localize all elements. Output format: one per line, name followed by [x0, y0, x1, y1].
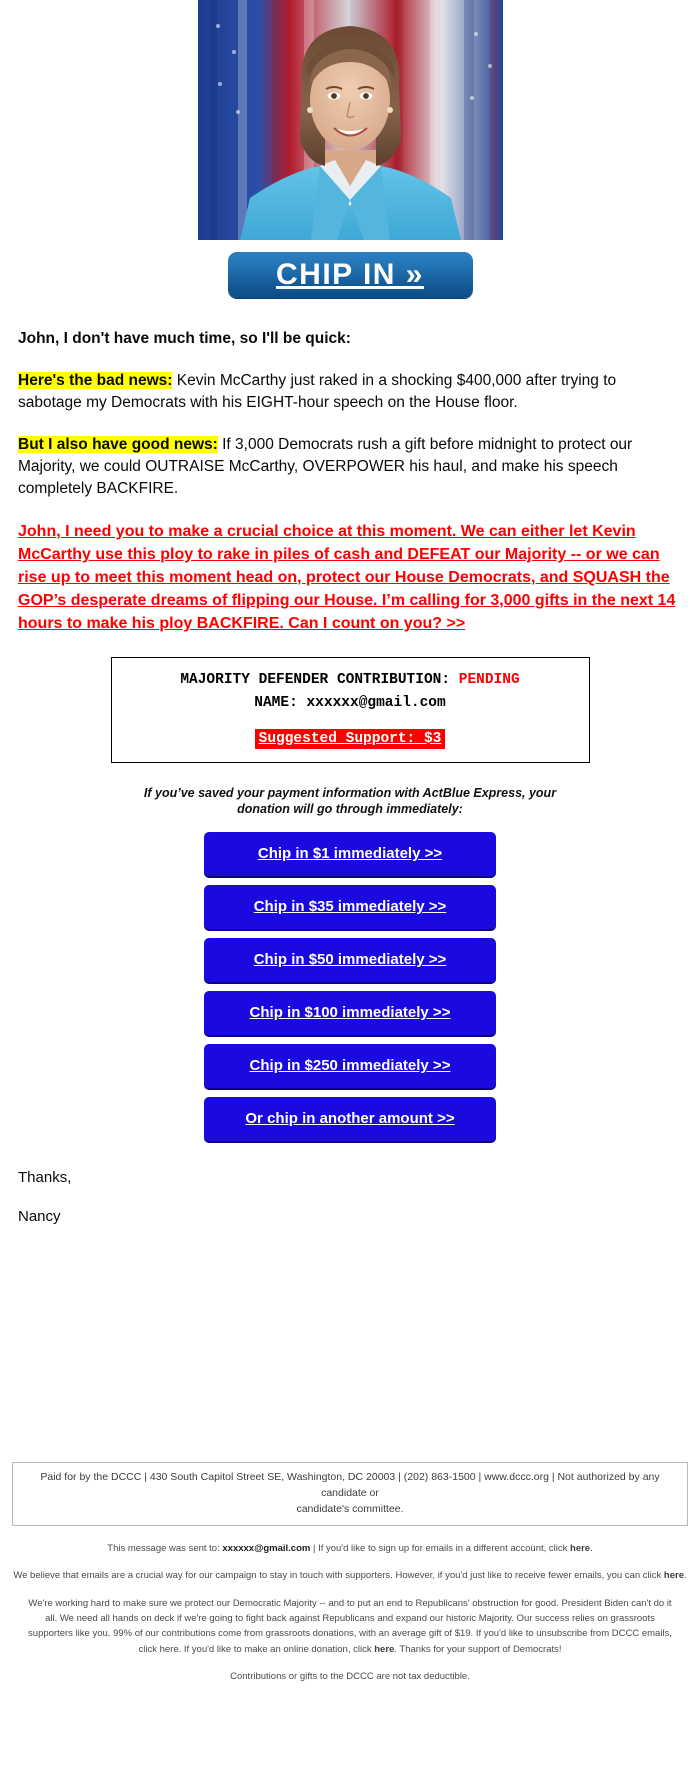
donate-button-250[interactable]: Chip in $250 immediately >> [204, 1044, 496, 1089]
suggested-support-container: Suggested Support: $3 [118, 728, 583, 749]
donate-button-35[interactable]: Chip in $35 immediately >> [204, 885, 496, 930]
fine-print: This message was sent to: xxxxxx@gmail.c… [12, 1542, 688, 1685]
paid-for-line-1: Paid for by the DCCC | 430 South Capitol… [40, 1471, 660, 1500]
status-badge-pending: PENDING [458, 672, 520, 689]
signup-here-link[interactable]: here [570, 1543, 590, 1554]
online-donation-here-link[interactable]: here [374, 1644, 394, 1655]
chip-in-button[interactable]: CHIP IN » [227, 252, 473, 298]
email-footer: Paid for by the DCCC | 430 South Capitol… [0, 1462, 700, 1704]
name-value: xxxxxx@gmail.com [306, 695, 446, 712]
chip-in-button-container: CHIP IN » [0, 252, 700, 298]
contribution-status-box: MAJORITY DEFENDER CONTRIBUTION: PENDING … [110, 657, 590, 763]
suggested-support-badge: Suggested Support: $3 [254, 728, 446, 749]
tax-deductible-line: Contributions or gifts to the DCCC are n… [230, 1670, 470, 1682]
email-body: John, I don't have much time, so I'll be… [0, 328, 700, 635]
sent-to-line: This message was sent to: xxxxxx@gmail.c… [12, 1542, 688, 1556]
signoff-name: Nancy [18, 1208, 61, 1226]
fewer-emails-line: We believe that emails are a crucial way… [12, 1569, 688, 1583]
fewer-emails-here-link[interactable]: here [664, 1570, 684, 1581]
contribution-name-line: NAME: xxxxxx@gmail.com [118, 692, 583, 715]
bottom-spacer [0, 1247, 700, 1462]
fewer-emails-end: . [684, 1569, 687, 1581]
paid-for-line-2: candidate's committee. [296, 1502, 404, 1515]
nancy-pelosi-photo [197, 0, 503, 240]
long-disclaimer-block: We're working hard to make sure we prote… [25, 1596, 675, 1657]
sent-to-suffix: | If you'd like to sign up for emails in… [310, 1542, 571, 1554]
good-news-paragraph: But I also have good news: If 3,000 Demo… [18, 434, 682, 500]
signoff-section: Thanks, Nancy [0, 1169, 700, 1225]
red-call-to-action-link[interactable]: John, I need you to make a crucial choic… [18, 520, 682, 635]
donate-button-1[interactable]: Chip in $1 immediately >> [204, 832, 496, 877]
actblue-express-note: If you’ve saved your payment information… [143, 785, 557, 817]
long-disclaimer-text-b: . Thanks for your support of Democrats! [394, 1643, 562, 1655]
paid-for-disclaimer: Paid for by the DCCC | 430 South Capitol… [12, 1462, 688, 1526]
sent-to-end: . [590, 1542, 593, 1554]
sent-to-email: xxxxxx@gmail.com [222, 1542, 311, 1554]
email-page: CHIP IN » John, I don't have much time, … [0, 0, 700, 1704]
name-label: NAME: [254, 695, 298, 712]
donate-button-100[interactable]: Chip in $100 immediately >> [204, 991, 496, 1036]
bad-news-highlight: Here's the bad news: [18, 372, 173, 389]
fewer-emails-prefix: We believe that emails are a crucial way… [13, 1569, 664, 1581]
salutation: John, I don't have much time, so I'll be… [18, 330, 351, 347]
hero-section [0, 0, 700, 240]
donate-button-other[interactable]: Or chip in another amount >> [204, 1097, 496, 1142]
bad-news-paragraph: Here's the bad news: Kevin McCarthy just… [18, 370, 682, 414]
sent-to-prefix: This message was sent to: [107, 1542, 223, 1554]
signoff-thanks: Thanks, [18, 1169, 72, 1187]
donation-button-list: Chip in $1 immediately >> Chip in $35 im… [0, 832, 700, 1142]
contribution-label: MAJORITY DEFENDER CONTRIBUTION: [180, 672, 451, 689]
good-news-highlight: But I also have good news: [18, 436, 218, 453]
long-disclaimer-text-a: We're working hard to make sure we prote… [28, 1598, 672, 1655]
donate-button-50[interactable]: Chip in $50 immediately >> [204, 938, 496, 983]
contribution-status-line: MAJORITY DEFENDER CONTRIBUTION: PENDING [118, 669, 583, 692]
